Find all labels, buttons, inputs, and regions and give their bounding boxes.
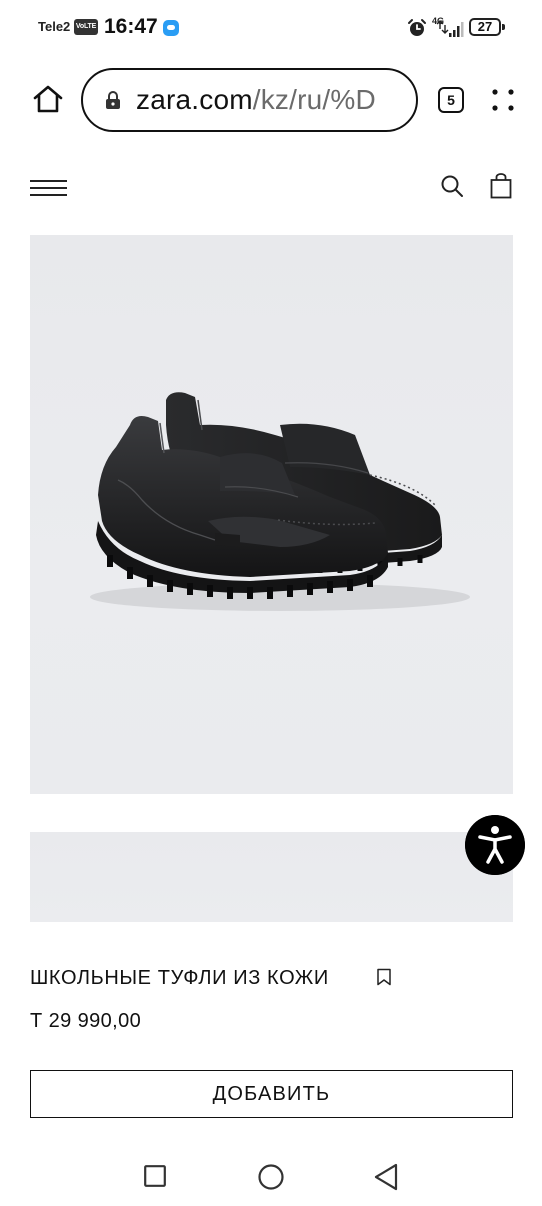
clock: 16:47 [104, 15, 158, 38]
accessibility-icon[interactable] [465, 815, 525, 875]
product-image-secondary[interactable] [30, 832, 513, 922]
loafers-image [90, 392, 470, 611]
battery-icon: 27 [469, 18, 505, 36]
signal-icon [436, 20, 464, 37]
menu-dots-icon[interactable] [490, 86, 516, 114]
alarm-icon [408, 19, 426, 36]
tab-switcher-button[interactable]: 5 [438, 87, 464, 113]
bookmark-icon[interactable] [376, 968, 392, 986]
recent-apps-icon[interactable] [144, 1165, 166, 1187]
url-path: /kz/ru/%D [252, 84, 376, 115]
message-icon [163, 20, 179, 36]
home-circle-icon[interactable] [258, 1164, 284, 1190]
url-host: zara.com [136, 84, 253, 115]
lock-icon [106, 91, 120, 109]
url-text[interactable]: zara.com/kz/ru/%D [136, 84, 376, 116]
volte-badge: VoLTE [74, 19, 98, 35]
add-to-cart-button[interactable]: ДОБАВИТЬ [30, 1070, 513, 1118]
shopping-bag-icon[interactable] [489, 173, 513, 199]
carrier-label: Tele2 [38, 19, 71, 34]
product-price: Т 29 990,00 [30, 1010, 142, 1032]
home-icon[interactable] [32, 84, 64, 114]
hamburger-icon[interactable] [30, 180, 67, 198]
search-icon[interactable] [440, 174, 464, 198]
address-bar[interactable]: zara.com/kz/ru/%D [81, 68, 418, 132]
product-name: ШКОЛЬНЫЕ ТУФЛИ ИЗ КОЖИ [30, 967, 329, 989]
back-icon[interactable] [373, 1163, 399, 1191]
status-bar: Tele2 VoLTE 16:47 4G 27 [0, 0, 542, 56]
product-image[interactable] [30, 235, 513, 794]
